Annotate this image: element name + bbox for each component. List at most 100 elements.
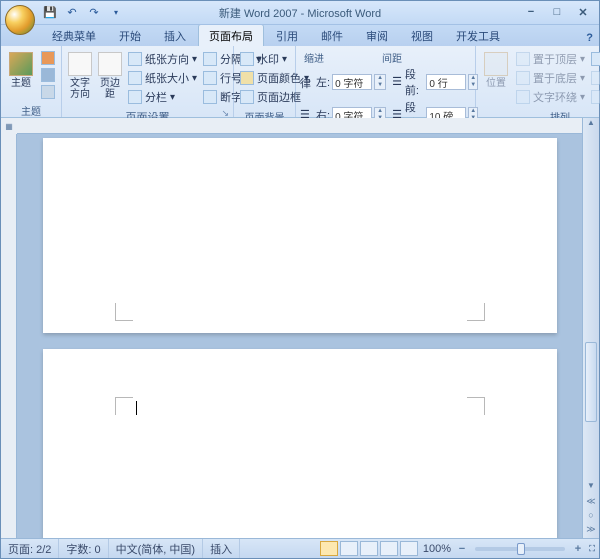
- size-button[interactable]: 纸张大小▾: [126, 69, 199, 87]
- scroll-track[interactable]: [583, 133, 599, 481]
- scroll-up-icon[interactable]: ▲: [583, 118, 599, 133]
- group-themes-label: 主题: [3, 102, 59, 119]
- minimize-button[interactable]: −: [523, 6, 539, 19]
- rotate-icon: [591, 90, 600, 104]
- prev-page-icon[interactable]: ≪: [583, 496, 599, 510]
- zoom-fit-icon[interactable]: ⛶: [585, 544, 599, 554]
- line-numbers-icon: [203, 71, 217, 85]
- space-before-row: ☰ 段前: ▲▼: [392, 66, 478, 98]
- view-outline[interactable]: [380, 541, 398, 556]
- save-icon[interactable]: 💾: [41, 4, 59, 22]
- view-draft[interactable]: [400, 541, 418, 556]
- group-page-bg: 水印▾ 页面颜色▾ 页面边框 页面背景: [234, 46, 296, 117]
- page-2[interactable]: [43, 349, 557, 538]
- doc-name: 新建 Word 2007: [219, 8, 298, 20]
- redo-icon[interactable]: ↷: [85, 4, 103, 22]
- theme-effects-button[interactable]: [39, 84, 57, 100]
- qat-customize-icon[interactable]: ▾: [107, 4, 125, 22]
- colors-icon: [41, 51, 55, 65]
- group-button: 组合▾: [589, 69, 600, 87]
- tab-page-layout[interactable]: 页面布局: [198, 24, 264, 46]
- zoom-out-button[interactable]: −: [455, 543, 469, 555]
- text-wrap-icon: [516, 90, 530, 104]
- office-button[interactable]: [5, 5, 35, 35]
- margins-icon: [98, 52, 122, 76]
- watermark-icon: [240, 52, 254, 66]
- margins-label: 页边距: [98, 78, 122, 100]
- group-arrange: 位置 置于顶层▾ 置于底层▾ 文字环绕▾ 对齐▾ 组合▾ 旋转▾ 排列: [476, 46, 600, 117]
- themes-icon: [9, 52, 33, 76]
- close-button[interactable]: ✕: [575, 6, 591, 19]
- indent-left-input[interactable]: [332, 74, 372, 90]
- status-words[interactable]: 字数: 0: [59, 539, 108, 558]
- margin-mark: [115, 397, 133, 415]
- theme-colors-button[interactable]: [39, 50, 57, 66]
- margin-mark: [115, 303, 133, 321]
- undo-icon[interactable]: ↶: [63, 4, 81, 22]
- status-page[interactable]: 页面: 2/2: [1, 539, 59, 558]
- status-mode[interactable]: 插入: [203, 539, 240, 558]
- app-name: Microsoft Word: [307, 8, 381, 20]
- next-page-icon[interactable]: ≫: [583, 524, 599, 538]
- text-wrap-button: 文字环绕▾: [514, 88, 587, 106]
- margin-mark: [467, 303, 485, 321]
- themes-label: 主题: [11, 78, 31, 89]
- space-before-input[interactable]: [426, 74, 466, 90]
- status-bar: 页面: 2/2 字数: 0 中文(简体, 中国) 插入 100% − + ⛶: [1, 538, 599, 558]
- hyphenation-icon: [203, 90, 217, 104]
- align-button[interactable]: 对齐▾: [589, 50, 600, 68]
- zoom-slider[interactable]: [475, 547, 565, 551]
- indent-left-spinner[interactable]: ▲▼: [374, 74, 386, 90]
- ribbon-tabs: 经典菜单 开始 插入 页面布局 引用 邮件 审阅 视图 开发工具 ?: [1, 25, 599, 46]
- help-icon[interactable]: ?: [580, 32, 599, 46]
- position-button: 位置: [480, 50, 512, 91]
- rotate-button: 旋转▾: [589, 88, 600, 106]
- size-icon: [128, 71, 142, 85]
- tab-developer[interactable]: 开发工具: [445, 24, 511, 46]
- orientation-button[interactable]: 纸张方向▾: [126, 50, 199, 68]
- effects-icon: [41, 85, 55, 99]
- scroll-thumb[interactable]: [585, 342, 597, 422]
- zoom-in-button[interactable]: +: [571, 543, 585, 555]
- view-web-layout[interactable]: [360, 541, 378, 556]
- text-direction-icon: [68, 52, 92, 76]
- scroll-down-icon[interactable]: ▼: [583, 481, 599, 496]
- vertical-scrollbar[interactable]: ▲ ▼ ≪ ○ ≫: [582, 118, 599, 538]
- app-window: 💾 ↶ ↷ ▾ 新建 Word 2007 - Microsoft Word − …: [0, 0, 600, 559]
- status-language[interactable]: 中文(简体, 中国): [109, 539, 203, 558]
- maximize-button[interactable]: □: [549, 6, 565, 19]
- document-viewport[interactable]: [17, 134, 582, 538]
- horizontal-ruler[interactable]: [17, 118, 582, 134]
- margins-button[interactable]: 页边距: [96, 50, 124, 102]
- document-area: ▦ ▲ ▼ ≪ ○ ≫: [1, 118, 599, 538]
- send-back-button: 置于底层▾: [514, 69, 587, 87]
- themes-button[interactable]: 主题: [5, 50, 37, 91]
- view-print-layout[interactable]: [320, 541, 338, 556]
- zoom-percent[interactable]: 100%: [423, 543, 451, 555]
- text-cursor: [136, 401, 137, 415]
- spacing-header: 间距: [382, 50, 402, 65]
- group-icon: [591, 71, 600, 85]
- space-before-icon: ☰: [392, 75, 403, 89]
- tab-insert[interactable]: 插入: [153, 24, 197, 46]
- vertical-ruler[interactable]: [1, 134, 17, 538]
- zoom-thumb[interactable]: [517, 543, 525, 555]
- group-paragraph: 缩进 间距 律 左: ▲▼ ☰ 段前: ▲▼: [296, 46, 476, 117]
- columns-button[interactable]: 分栏▾: [126, 88, 199, 106]
- title-bar: 💾 ↶ ↷ ▾ 新建 Word 2007 - Microsoft Word − …: [1, 1, 599, 25]
- theme-fonts-button[interactable]: [39, 67, 57, 83]
- tab-view[interactable]: 视图: [400, 24, 444, 46]
- tab-review[interactable]: 审阅: [355, 24, 399, 46]
- page-1[interactable]: [43, 138, 557, 333]
- tab-home[interactable]: 开始: [108, 24, 152, 46]
- ruler-toggle[interactable]: ▦: [1, 118, 17, 134]
- tab-references[interactable]: 引用: [265, 24, 309, 46]
- bring-front-button: 置于顶层▾: [514, 50, 587, 68]
- view-full-screen[interactable]: [340, 541, 358, 556]
- align-icon: [591, 52, 600, 66]
- tab-classic[interactable]: 经典菜单: [41, 24, 107, 46]
- text-direction-button[interactable]: 文字方向: [66, 50, 94, 102]
- tab-mailings[interactable]: 邮件: [310, 24, 354, 46]
- margin-mark: [467, 397, 485, 415]
- browse-object-icon[interactable]: ○: [583, 510, 599, 524]
